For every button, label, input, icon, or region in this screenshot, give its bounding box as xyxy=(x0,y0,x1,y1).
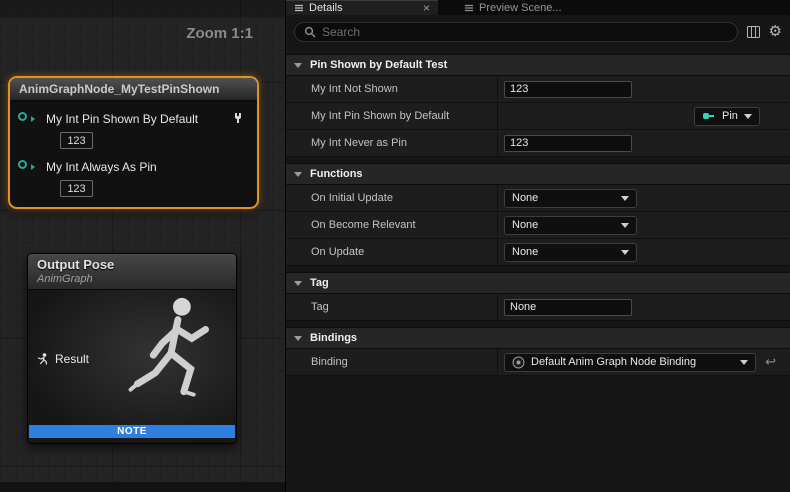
property-row: My Int Pin Shown by Default Pin xyxy=(286,103,790,130)
node-title: AnimGraphNode_MyTestPinShown xyxy=(10,78,257,101)
chevron-down-icon xyxy=(621,250,629,255)
dropdown-value: None xyxy=(512,219,615,231)
on-update-dropdown[interactable]: None xyxy=(504,243,637,262)
tab-preview-scene[interactable]: Preview Scene... xyxy=(456,0,570,15)
search-icon xyxy=(304,26,316,38)
tab-details[interactable]: Details × xyxy=(286,0,438,15)
property-label: On Become Relevant xyxy=(286,212,498,238)
output-node-body: Result NOTE xyxy=(28,290,236,442)
output-node-header: Output Pose AnimGraph xyxy=(28,254,236,290)
my-int-never-as-pin-input[interactable] xyxy=(504,135,632,152)
section-title: Tag xyxy=(310,277,329,289)
section-functions: Functions On Initial Update None On Beco… xyxy=(286,163,790,266)
section-title: Functions xyxy=(310,168,363,180)
dropdown-value: Pin xyxy=(722,110,738,122)
dropdown-value: None xyxy=(512,192,615,204)
chevron-down-icon xyxy=(744,114,752,119)
column-view-icon[interactable] xyxy=(747,26,760,38)
binding-dropdown[interactable]: Default Anim Graph Node Binding xyxy=(504,353,756,372)
chevron-down-icon xyxy=(294,172,302,177)
chevron-down-icon xyxy=(294,63,302,68)
gear-icon[interactable]: ⚙ xyxy=(769,24,782,39)
search-row: ⚙ xyxy=(286,15,790,48)
int-pin-icon[interactable] xyxy=(18,112,27,121)
result-pin-label: Result xyxy=(55,352,89,366)
node-title: Output Pose xyxy=(37,257,227,272)
section-title: Pin Shown by Default Test xyxy=(310,59,447,71)
search-input[interactable] xyxy=(322,25,728,39)
chevron-down-icon xyxy=(740,360,748,365)
preview-scene-tab-icon xyxy=(464,3,474,13)
chevron-down-icon xyxy=(294,336,302,341)
chevron-down-icon xyxy=(621,196,629,201)
pin-value-input[interactable] xyxy=(60,132,93,149)
property-label: On Initial Update xyxy=(286,185,498,211)
my-int-not-shown-input[interactable] xyxy=(504,81,632,98)
property-label: Binding xyxy=(286,349,498,375)
section-header-functions[interactable]: Functions xyxy=(286,163,790,185)
binding-icon xyxy=(512,356,525,369)
property-row: Binding Default Anim Graph Node Binding … xyxy=(286,349,790,376)
tab-label: Preview Scene... xyxy=(479,2,562,14)
anim-graph-test-node[interactable]: AnimGraphNode_MyTestPinShown My Int Pin … xyxy=(8,76,259,209)
section-tag: Tag Tag xyxy=(286,272,790,321)
property-label: My Int Never as Pin xyxy=(286,130,498,156)
node-pin-row: My Int Pin Shown By Default xyxy=(10,110,257,149)
pin-mode-dropdown[interactable]: Pin xyxy=(694,107,760,126)
zoom-level-label: Zoom 1:1 xyxy=(186,25,253,42)
search-box[interactable] xyxy=(294,22,738,42)
output-pose-node[interactable]: Output Pose AnimGraph xyxy=(27,253,237,444)
property-label: On Update xyxy=(286,239,498,265)
property-row: On Update None xyxy=(286,239,790,266)
section-pin-shown: Pin Shown by Default Test My Int Not Sho… xyxy=(286,54,790,157)
on-initial-update-dropdown[interactable]: None xyxy=(504,189,637,208)
property-label: My Int Not Shown xyxy=(286,76,498,102)
section-header-tag[interactable]: Tag xyxy=(286,272,790,294)
reset-to-default-icon[interactable]: ↩ xyxy=(765,355,776,370)
property-row: My Int Never as Pin xyxy=(286,130,790,157)
pin-label: My Int Pin Shown By Default xyxy=(46,112,198,126)
node-subtitle: AnimGraph xyxy=(37,273,227,285)
tab-label: Details xyxy=(309,2,418,14)
result-pin[interactable]: Result xyxy=(37,352,89,366)
dropdown-value: Default Anim Graph Node Binding xyxy=(531,356,734,368)
graph-bottom-strip xyxy=(0,482,285,492)
pin-icon xyxy=(702,111,716,121)
details-tab-icon xyxy=(294,3,304,13)
tab-bar: Details × Preview Scene... xyxy=(286,0,790,15)
property-row: On Initial Update None xyxy=(286,185,790,212)
section-header-pin-shown[interactable]: Pin Shown by Default Test xyxy=(286,54,790,76)
pin-label: My Int Always As Pin xyxy=(46,160,157,174)
section-bindings: Bindings Binding Default Anim Graph Node… xyxy=(286,327,790,376)
property-label: My Int Pin Shown by Default xyxy=(286,103,498,129)
on-become-relevant-dropdown[interactable]: None xyxy=(504,216,637,235)
details-panel: Details × Preview Scene... ⚙ Pin Shown b… xyxy=(285,0,790,492)
graph-top-strip xyxy=(0,0,285,17)
section-header-bindings[interactable]: Bindings xyxy=(286,327,790,349)
mannequin-preview-image xyxy=(114,292,232,444)
int-pin-icon[interactable] xyxy=(18,160,27,169)
section-title: Bindings xyxy=(310,332,357,344)
property-row: On Become Relevant None xyxy=(286,212,790,239)
property-row: Tag xyxy=(286,294,790,321)
pin-value-input[interactable] xyxy=(60,180,93,197)
wrench-icon[interactable] xyxy=(234,111,246,129)
anim-graph-canvas[interactable]: Zoom 1:1 AnimGraphNode_MyTestPinShown My… xyxy=(0,0,285,492)
property-label: Tag xyxy=(286,294,498,320)
node-pin-row: My Int Always As Pin xyxy=(10,158,257,197)
note-bar[interactable]: NOTE xyxy=(29,425,235,438)
property-row: My Int Not Shown xyxy=(286,76,790,103)
dropdown-value: None xyxy=(512,246,615,258)
pose-icon xyxy=(37,353,49,365)
chevron-down-icon xyxy=(294,281,302,286)
chevron-down-icon xyxy=(621,223,629,228)
tag-input[interactable] xyxy=(504,299,632,316)
close-icon[interactable]: × xyxy=(423,3,430,13)
